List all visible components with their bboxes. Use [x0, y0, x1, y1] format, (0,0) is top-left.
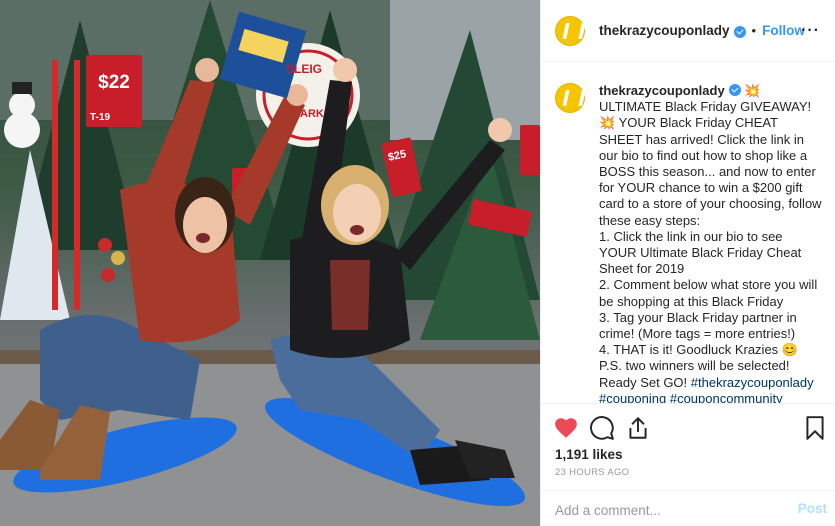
photo-illustration	[0, 0, 540, 526]
timestamp[interactable]: 23 HOURS AGO	[555, 467, 629, 478]
caption: thekrazycouponlady 💥ULTIMATE Black Frida…	[599, 83, 822, 403]
price-tag-code: T-19	[90, 112, 111, 123]
comment-bar: Post	[541, 490, 835, 526]
caption-text: 💥ULTIMATE Black Friday GIVEAWAY!💥 YOUR B…	[599, 83, 822, 390]
share-icon[interactable]	[625, 415, 651, 441]
caption-verified-icon	[728, 84, 741, 96]
sleigh-sign-text: SLEIG	[286, 62, 323, 76]
avatar[interactable]	[555, 15, 585, 46]
caption-username[interactable]: thekrazycouponlady	[599, 83, 725, 98]
price-tag-large: $22	[88, 72, 140, 94]
caption-avatar[interactable]	[555, 83, 585, 113]
price-tag-value: $22	[98, 72, 130, 93]
post-comment-button[interactable]: Post	[798, 501, 827, 516]
verified-badge-icon	[733, 25, 746, 38]
bookmark-icon[interactable]	[802, 415, 828, 441]
username-link[interactable]: thekrazycouponlady	[599, 23, 730, 38]
heart-icon[interactable]	[553, 415, 579, 441]
post-header: thekrazycouponlady • Follow ···	[541, 0, 835, 62]
action-bar	[541, 403, 835, 449]
comment-icon[interactable]	[589, 415, 615, 441]
post-side-panel: thekrazycouponlady • Follow ··· thekrazy…	[540, 0, 835, 526]
post-photo[interactable]: $22 T-19 $25 SLEIG ARK	[0, 0, 540, 526]
like-count[interactable]: 1,191 likes	[555, 447, 623, 462]
comment-input[interactable]	[555, 501, 785, 519]
more-options-icon[interactable]: ···	[801, 23, 820, 39]
sleigh-sign-text-2: ARK	[300, 108, 324, 120]
caption-area[interactable]: thekrazycouponlady 💥ULTIMATE Black Frida…	[541, 63, 835, 403]
follow-button[interactable]: Follow	[762, 23, 805, 38]
separator-dot: •	[751, 23, 757, 38]
